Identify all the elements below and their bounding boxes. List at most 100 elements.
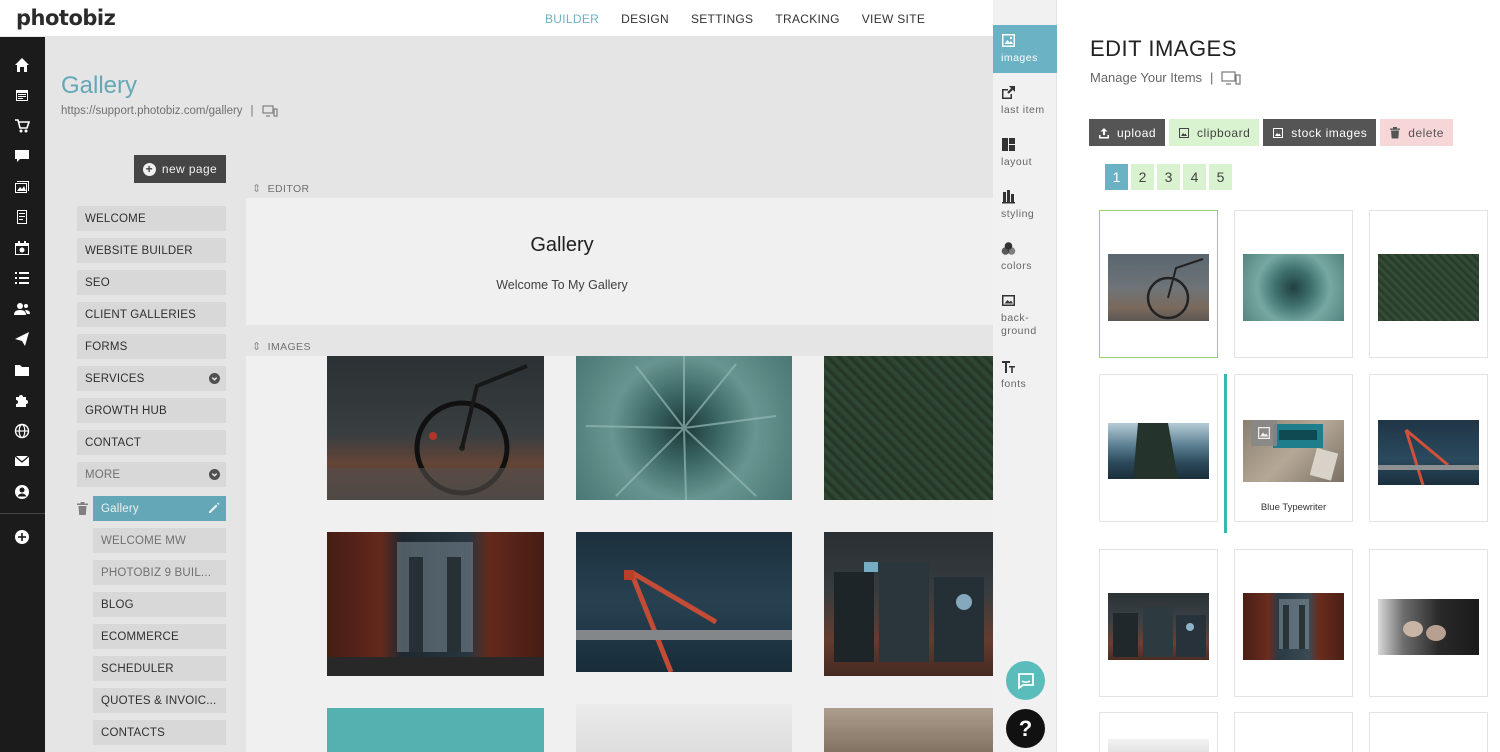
image-card-suitcases[interactable]	[1099, 549, 1218, 697]
nav-subitem-photobiz-9[interactable]: PHOTOBIZ 9 BUIL...	[93, 560, 226, 585]
editor-block[interactable]: Gallery Welcome To My Gallery	[246, 198, 993, 325]
editor-title[interactable]: Gallery	[0, 234, 1124, 257]
gallery-image-bicycle[interactable]	[327, 356, 544, 500]
image-card-succulent[interactable]	[1234, 210, 1353, 358]
new-page-label: new page	[161, 162, 218, 176]
clipboard-button[interactable]: clipboard	[1169, 119, 1260, 146]
page-4-button[interactable]: 4	[1183, 164, 1206, 190]
nav-item-forms[interactable]: FORMS	[77, 334, 226, 359]
gallery-image-tan[interactable]	[824, 708, 993, 752]
image-card-partial-1[interactable]	[1099, 712, 1218, 752]
nav-subitem-ecommerce[interactable]: ECOMMERCE	[93, 624, 226, 649]
nav-settings[interactable]: SETTINGS	[691, 12, 753, 26]
nav-item-welcome[interactable]: WELCOME	[77, 206, 226, 231]
nav-subitem-quotes-invoices[interactable]: QUOTES & INVOIC...	[93, 688, 226, 713]
nav-view-site[interactable]: VIEW SITE	[862, 12, 925, 26]
tab-styling[interactable]: styling	[993, 181, 1057, 229]
document-icon[interactable]	[13, 208, 31, 226]
gallery-image-bridge-aerial[interactable]	[576, 532, 792, 672]
image-card-hands[interactable]	[1369, 549, 1488, 697]
styling-icon	[1002, 190, 1015, 204]
image-card-forest[interactable]	[1369, 210, 1488, 358]
nav-subitem-welcome-mw[interactable]: WELCOME MW	[93, 528, 226, 553]
drag-handle-icon[interactable]: ⇕	[252, 340, 262, 353]
drop-indicator	[1224, 374, 1227, 533]
chevron-down-icon[interactable]	[209, 469, 220, 480]
thumbnail	[1378, 254, 1479, 321]
images-section-label: ⇕ IMAGES	[252, 340, 311, 354]
cart-icon[interactable]	[13, 117, 31, 135]
page-url[interactable]: https://support.photobiz.com/gallery	[61, 105, 243, 117]
page-5-button[interactable]: 5	[1209, 164, 1232, 190]
image-card-manhattan-bridge[interactable]	[1234, 549, 1353, 697]
editor-subtitle[interactable]: Welcome To My Gallery	[0, 278, 1124, 292]
nav-builder[interactable]: BUILDER	[545, 12, 599, 26]
home-icon[interactable]	[13, 56, 31, 74]
devices-icon[interactable]	[261, 105, 278, 117]
users-icon[interactable]	[13, 300, 31, 318]
new-page-button[interactable]: + new page	[134, 155, 226, 183]
send-icon[interactable]	[13, 330, 31, 348]
nav-design[interactable]: DESIGN	[621, 12, 669, 26]
nav-tracking[interactable]: TRACKING	[775, 12, 839, 26]
delete-button[interactable]: delete	[1380, 119, 1453, 146]
page-2-button[interactable]: 2	[1131, 164, 1154, 190]
image-card-coast[interactable]	[1099, 374, 1218, 522]
image-card-bridge-aerial[interactable]	[1369, 374, 1488, 522]
devices-icon[interactable]	[1221, 70, 1242, 85]
drag-handle-icon[interactable]: ⇕	[252, 182, 262, 195]
page-1-button[interactable]: 1	[1105, 164, 1128, 190]
tab-background[interactable]: back-ground	[993, 285, 1057, 337]
folder-icon[interactable]	[13, 361, 31, 379]
gallery-image-succulent[interactable]	[576, 356, 792, 500]
gallery-icon[interactable]	[13, 178, 31, 196]
globe-icon[interactable]	[13, 422, 31, 440]
add-circle-icon[interactable]	[13, 528, 31, 546]
nav-subitem-scheduler[interactable]: SCHEDULER	[93, 656, 226, 681]
gallery-image-suitcases[interactable]	[824, 532, 993, 676]
puzzle-icon[interactable]	[13, 391, 31, 409]
calendar-icon[interactable]	[13, 86, 31, 104]
panel-subtitle: Manage Your Items	[1090, 70, 1203, 85]
photobiz-logo[interactable]: photobiz	[16, 6, 116, 30]
nav-item-growth-hub[interactable]: GROWTH HUB	[77, 398, 226, 423]
image-badge	[1251, 420, 1277, 446]
gallery-image-bridge[interactable]	[327, 532, 544, 676]
help-button[interactable]: ?	[1006, 709, 1045, 748]
tab-last-item[interactable]: last item	[993, 77, 1057, 125]
thumbnail	[1243, 254, 1344, 321]
image-card-typewriter[interactable]: Blue Typewriter	[1234, 374, 1353, 522]
upload-button[interactable]: upload	[1089, 119, 1166, 146]
nav-item-more[interactable]: MORE	[77, 462, 226, 487]
page-3-button[interactable]: 3	[1157, 164, 1180, 190]
gallery-image-light[interactable]	[576, 704, 792, 752]
nav-subitem-contacts[interactable]: CONTACTS	[93, 720, 226, 745]
nav-subitem-gallery[interactable]: Gallery	[93, 496, 226, 521]
gallery-image-forest[interactable]	[824, 356, 993, 500]
tab-colors[interactable]: colors	[993, 233, 1057, 281]
stock-images-button[interactable]: stock images	[1263, 119, 1377, 146]
chat-button[interactable]	[1006, 661, 1045, 700]
gallery-image-teal[interactable]	[327, 708, 544, 752]
nav-item-label: ECOMMERCE	[101, 630, 179, 643]
image-card-bicycle[interactable]	[1099, 210, 1218, 358]
nav-subitem-blog[interactable]: BLOG	[93, 592, 226, 617]
pencil-icon[interactable]	[208, 502, 220, 514]
trash-icon[interactable]	[77, 502, 88, 515]
image-icon	[1273, 127, 1284, 138]
image-card-partial-3[interactable]	[1369, 712, 1488, 752]
mail-icon[interactable]	[13, 452, 31, 470]
chevron-down-icon[interactable]	[209, 373, 220, 384]
nav-item-services[interactable]: SERVICES	[77, 366, 226, 391]
tab-layout[interactable]: layout	[993, 129, 1057, 177]
account-icon[interactable]	[13, 483, 31, 501]
nav-item-client-galleries[interactable]: CLIENT GALLERIES	[77, 302, 226, 327]
image-icon	[1179, 127, 1190, 138]
images-label-text: IMAGES	[267, 340, 311, 353]
image-card-partial-2[interactable]	[1234, 712, 1353, 752]
comment-icon[interactable]	[13, 147, 31, 165]
tab-images[interactable]: images	[993, 25, 1057, 73]
nav-item-contact[interactable]: CONTACT	[77, 430, 226, 455]
tab-fonts[interactable]: fonts	[993, 351, 1057, 399]
chat-icon	[1017, 672, 1034, 690]
